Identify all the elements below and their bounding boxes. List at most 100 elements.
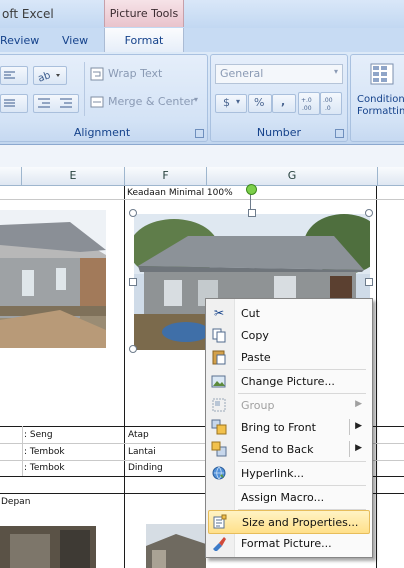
svg-text:+.0: +.0	[301, 97, 312, 104]
formula-bar-area	[0, 145, 404, 167]
house-photo-bottom-left[interactable]	[0, 526, 96, 568]
send-to-back-icon	[211, 441, 227, 457]
cell-f-row1[interactable]: Atap	[128, 430, 149, 440]
column-header-partial[interactable]	[0, 167, 22, 185]
house-photo-image	[146, 524, 206, 568]
house-photo-left[interactable]	[0, 210, 106, 348]
menu-item-bring-to-front[interactable]: Bring to Front ▶	[208, 416, 368, 438]
align-center-button[interactable]	[0, 94, 28, 113]
menu-item-change-picture[interactable]: Change Picture...	[208, 370, 368, 392]
chevron-down-icon: ▾	[194, 95, 199, 104]
menu-item-size-and-properties[interactable]: Size and Properties...	[208, 510, 370, 534]
bring-to-front-icon	[211, 419, 227, 435]
svg-text:ab: ab	[37, 70, 52, 84]
ribbon-tab-bar	[0, 28, 404, 52]
picture-tools-label: Picture Tools	[109, 7, 179, 20]
cell-e-row1[interactable]: : Seng	[24, 430, 53, 440]
group-icon	[211, 397, 227, 413]
align-lines-icon	[4, 99, 15, 107]
comma-icon: ,	[281, 95, 286, 108]
context-menu: ✂ Cut Copy Paste Change Picture... Group…	[205, 298, 373, 558]
menu-item-label: Copy	[241, 329, 269, 342]
menu-item-label: Assign Macro...	[241, 491, 325, 504]
currency-icon: $	[223, 96, 230, 109]
decrease-decimal-button[interactable]: .00.0	[320, 92, 342, 115]
orientation-icon: ab	[37, 70, 60, 85]
menu-item-copy[interactable]: Copy	[208, 324, 368, 346]
chevron-down-icon: ▾	[236, 97, 241, 106]
change-picture-icon	[211, 373, 227, 389]
title-bar	[0, 0, 404, 28]
number-launcher-icon[interactable]	[335, 129, 344, 138]
align-left-button[interactable]	[0, 66, 28, 85]
menu-item-label: Send to Back	[241, 443, 314, 456]
wrap-text-icon	[90, 67, 104, 81]
resize-handle-right[interactable]	[365, 278, 373, 286]
menu-item-label: Change Picture...	[241, 375, 335, 388]
grid-line	[376, 186, 377, 568]
svg-text:.00: .00	[323, 97, 333, 104]
picture-tools-context-tab: Picture Tools	[104, 0, 184, 27]
orientation-button[interactable]: ab	[33, 66, 67, 85]
menu-item-assign-macro[interactable]: Assign Macro...	[208, 486, 368, 508]
menu-item-cut[interactable]: ✂ Cut	[208, 302, 368, 324]
tab-format[interactable]: Format	[104, 28, 184, 52]
menu-item-label: Group	[241, 399, 275, 412]
column-header-e[interactable]: E	[22, 167, 125, 185]
resize-handle-top-left[interactable]	[129, 209, 137, 217]
column-header-f[interactable]: F	[125, 167, 207, 185]
menu-item-label: Format Picture...	[241, 537, 332, 550]
cell-f-header[interactable]: Keadaan Minimal 100%	[127, 188, 233, 198]
cell-f-row3[interactable]: Dinding	[128, 463, 163, 473]
tab-view[interactable]: View	[62, 34, 88, 47]
menu-item-send-to-back[interactable]: Send to Back ▶	[208, 438, 368, 460]
paste-icon	[211, 349, 227, 365]
resize-handle-top-right[interactable]	[365, 209, 373, 217]
house-photo-bottom-right[interactable]	[146, 524, 206, 568]
resize-handle-bottom-left[interactable]	[129, 345, 137, 353]
resize-handle-left[interactable]	[129, 278, 137, 286]
hyperlink-icon	[211, 465, 227, 481]
conditional-formatting-label: Conditional Formatting	[357, 94, 404, 117]
format-picture-icon	[211, 535, 227, 552]
svg-text:.0: .0	[325, 105, 331, 112]
app-title: oft Excel	[2, 7, 54, 21]
increase-decimal-icon: +.0.00	[301, 97, 312, 112]
number-format-select[interactable]: General ▾	[215, 64, 343, 84]
submenu-arrow-icon: ▶	[355, 421, 362, 431]
divider	[84, 62, 85, 116]
submenu-split	[349, 441, 350, 457]
tab-review[interactable]: Review	[0, 34, 39, 47]
indent-buttons[interactable]	[33, 94, 79, 113]
increase-decimal-button[interactable]: +.0.00	[298, 92, 320, 115]
merge-center-icon	[90, 96, 104, 108]
percent-button[interactable]: %	[248, 94, 272, 113]
cell-a-row4[interactable]: Depan	[1, 497, 30, 507]
cell-f-row2[interactable]: Lantai	[128, 447, 156, 457]
currency-button[interactable]: $ ▾	[215, 94, 247, 113]
size-properties-icon	[212, 514, 228, 530]
conditional-formatting-icon	[370, 63, 394, 85]
decrease-decimal-icon: .00.0	[323, 97, 333, 112]
menu-item-group[interactable]: Group ▶	[208, 394, 368, 416]
menu-item-paste[interactable]: Paste	[208, 346, 368, 368]
svg-text:.00: .00	[302, 105, 312, 112]
cell-e-row3[interactable]: : Tembok	[24, 463, 65, 473]
column-header-g[interactable]: G	[207, 167, 378, 185]
align-lines-icon	[4, 71, 15, 79]
cell-e-row2[interactable]: : Tembok	[24, 447, 65, 457]
menu-item-label: Hyperlink...	[241, 467, 304, 480]
conditional-formatting-button[interactable]: Conditional Formatting	[355, 60, 404, 120]
merge-center-button[interactable]: Merge & Center ▾	[90, 94, 204, 111]
menu-item-format-picture[interactable]: Format Picture...	[208, 532, 368, 554]
grid-line	[124, 186, 125, 568]
submenu-arrow-icon: ▶	[355, 443, 362, 453]
wrap-text-button[interactable]: Wrap Text	[90, 66, 200, 83]
menu-item-hyperlink[interactable]: Hyperlink...	[208, 462, 368, 484]
resize-handle-top[interactable]	[248, 209, 256, 217]
alignment-launcher-icon[interactable]	[195, 129, 204, 138]
copy-icon	[211, 327, 227, 343]
comma-button[interactable]: ,	[272, 94, 296, 113]
menu-item-label: Size and Properties...	[242, 516, 359, 529]
rotate-handle[interactable]	[246, 184, 257, 195]
